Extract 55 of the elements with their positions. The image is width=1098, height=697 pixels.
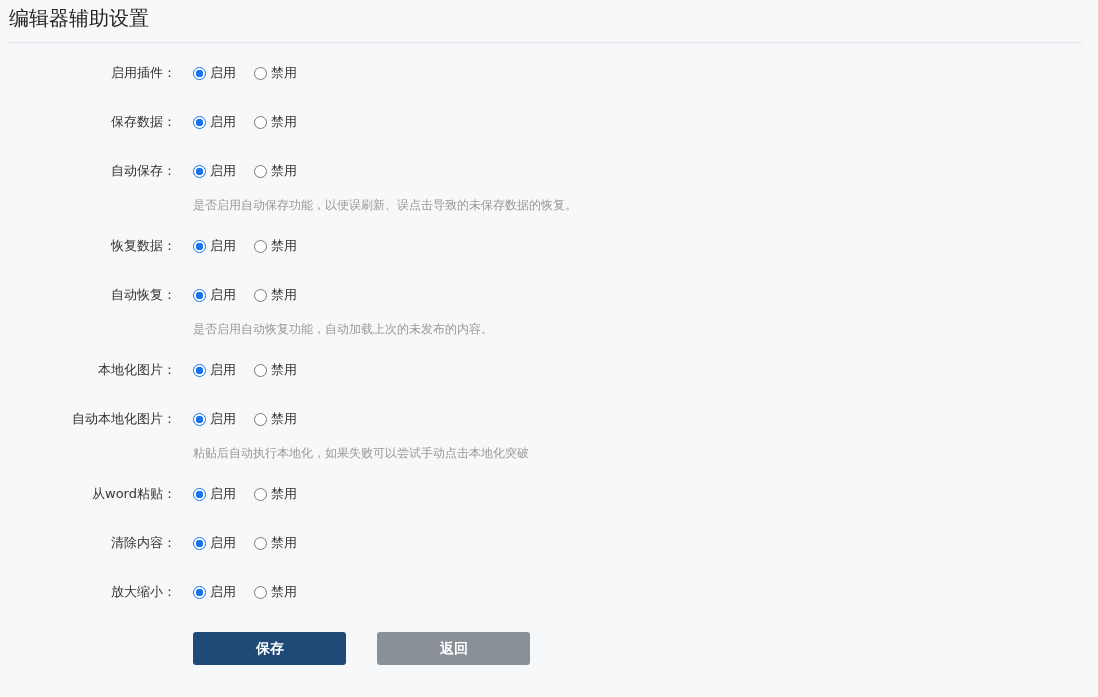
option-label[interactable]: 禁用 bbox=[271, 237, 297, 255]
option-label[interactable]: 启用 bbox=[210, 237, 236, 255]
radio-button[interactable] bbox=[193, 115, 206, 129]
option-label[interactable]: 禁用 bbox=[271, 410, 297, 428]
radio-button[interactable] bbox=[193, 164, 206, 178]
option-label[interactable]: 禁用 bbox=[271, 162, 297, 180]
page-title: 编辑器辅助设置 bbox=[9, 5, 150, 31]
option-label[interactable]: 启用 bbox=[210, 64, 236, 82]
option-label[interactable]: 禁用 bbox=[271, 485, 297, 503]
radio-button[interactable] bbox=[254, 487, 267, 501]
option-label[interactable]: 启用 bbox=[210, 113, 236, 131]
field-label: 自动本地化图片： bbox=[71, 410, 176, 428]
radio-button[interactable] bbox=[254, 536, 267, 550]
help-text: 是否启用自动恢复功能，自动加载上次的未发布的内容。 bbox=[193, 321, 494, 338]
field-label: 保存数据： bbox=[110, 113, 176, 131]
field-label: 清除内容： bbox=[110, 534, 176, 552]
field-label: 启用插件： bbox=[110, 64, 176, 82]
option-label[interactable]: 禁用 bbox=[271, 361, 297, 379]
option-label[interactable]: 启用 bbox=[210, 361, 236, 379]
radio-button[interactable] bbox=[254, 66, 267, 80]
option-label[interactable]: 启用 bbox=[210, 162, 236, 180]
option-label[interactable]: 启用 bbox=[210, 410, 236, 428]
radio-button[interactable] bbox=[193, 363, 206, 377]
radio-button[interactable] bbox=[193, 487, 206, 501]
field-label: 自动保存： bbox=[110, 162, 176, 180]
radio-button[interactable] bbox=[254, 164, 267, 178]
field-label: 放大缩小： bbox=[110, 583, 176, 601]
radio-button[interactable] bbox=[193, 585, 206, 599]
field-label: 本地化图片： bbox=[97, 361, 176, 379]
option-label[interactable]: 启用 bbox=[210, 534, 236, 552]
option-label[interactable]: 禁用 bbox=[271, 286, 297, 304]
field-label: 自动恢复： bbox=[110, 286, 176, 304]
option-label[interactable]: 禁用 bbox=[271, 64, 297, 82]
radio-button[interactable] bbox=[254, 585, 267, 599]
radio-button[interactable] bbox=[193, 536, 206, 550]
radio-button[interactable] bbox=[254, 363, 267, 377]
option-label[interactable]: 禁用 bbox=[271, 534, 297, 552]
radio-button[interactable] bbox=[254, 239, 267, 253]
option-label[interactable]: 启用 bbox=[210, 583, 236, 601]
radio-button[interactable] bbox=[254, 288, 267, 302]
help-text: 粘贴后自动执行本地化，如果失败可以尝试手动点击本地化突破 bbox=[193, 445, 530, 462]
save-button[interactable]: 保存 bbox=[193, 632, 346, 665]
radio-button[interactable] bbox=[193, 412, 206, 426]
option-label[interactable]: 禁用 bbox=[271, 583, 297, 601]
radio-button[interactable] bbox=[254, 115, 267, 129]
radio-button[interactable] bbox=[193, 288, 206, 302]
option-label[interactable]: 启用 bbox=[210, 485, 236, 503]
help-text: 是否启用自动保存功能，以便误刷新、误点击导致的未保存数据的恢复。 bbox=[193, 197, 578, 214]
radio-button[interactable] bbox=[193, 239, 206, 253]
option-label[interactable]: 禁用 bbox=[271, 113, 297, 131]
field-label: 从word粘贴： bbox=[91, 485, 176, 503]
radio-button[interactable] bbox=[193, 66, 206, 80]
radio-button[interactable] bbox=[254, 412, 267, 426]
option-label[interactable]: 启用 bbox=[210, 286, 236, 304]
field-label: 恢复数据： bbox=[110, 237, 176, 255]
